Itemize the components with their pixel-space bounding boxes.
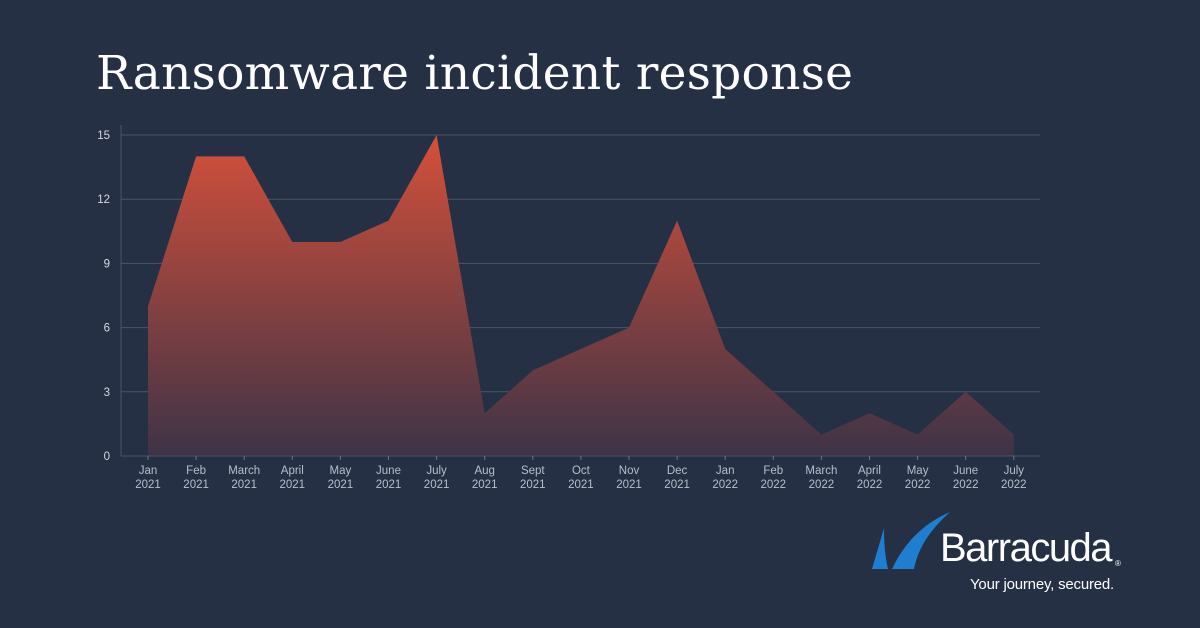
x-tick-label-year: 2022 xyxy=(905,479,931,491)
x-tick-label-month: Feb xyxy=(763,465,783,477)
x-tick-label-month: May xyxy=(907,465,929,477)
x-tick-label-month: July xyxy=(426,465,447,477)
y-tick-label: 6 xyxy=(104,323,110,335)
y-tick-label: 15 xyxy=(97,130,110,142)
x-tick-label-month: Oct xyxy=(572,465,591,477)
x-tick-label-year: 2022 xyxy=(712,479,738,491)
x-tick-label-year: 2021 xyxy=(664,479,690,491)
x-tick-label-month: March xyxy=(805,465,837,477)
x-tick-label-year: 2022 xyxy=(953,479,979,491)
x-tick-label-month: June xyxy=(376,465,401,477)
x-tick-label-year: 2021 xyxy=(472,479,498,491)
brand-name: Barracuda xyxy=(940,526,1113,570)
x-tick-label-month: Jan xyxy=(139,465,158,477)
x-tick-label-year: 2022 xyxy=(809,479,835,491)
y-axis-ticks: 0 3 6 9 12 15 xyxy=(97,130,110,463)
x-tick-label-month: April xyxy=(858,465,881,477)
x-tick-label-year: 2021 xyxy=(424,479,450,491)
area-series-incidents xyxy=(148,135,1014,456)
x-tick-label-year: 2021 xyxy=(231,479,257,491)
x-tick-label-year: 2022 xyxy=(761,479,787,491)
y-tick-label: 3 xyxy=(104,387,110,399)
x-tick-label-year: 2021 xyxy=(328,479,354,491)
x-tick-label-month: Aug xyxy=(474,465,494,477)
x-tick-label-year: 2021 xyxy=(568,479,594,491)
x-tick-label-month: Jan xyxy=(716,465,735,477)
x-tick-label-month: Nov xyxy=(619,465,640,477)
x-tick-label-year: 2021 xyxy=(520,479,546,491)
x-tick-label-year: 2021 xyxy=(616,479,642,491)
x-tick-label-month: July xyxy=(1004,465,1025,477)
x-tick-label-month: Dec xyxy=(667,465,688,477)
x-tick-label-month: June xyxy=(953,465,978,477)
x-tick-label-month: May xyxy=(330,465,352,477)
shark-fin-icon xyxy=(872,512,950,569)
registered-mark: ® xyxy=(1115,559,1121,568)
y-tick-label: 0 xyxy=(104,451,110,463)
y-tick-label: 12 xyxy=(97,194,110,206)
x-tick-label-month: March xyxy=(228,465,260,477)
x-tick-label-year: 2021 xyxy=(183,479,209,491)
x-tick-label-year: 2022 xyxy=(1001,479,1027,491)
x-tick-label-year: 2021 xyxy=(376,479,402,491)
y-tick-label: 9 xyxy=(104,258,110,270)
brand-tagline: Your journey, secured. xyxy=(970,576,1115,593)
x-tick-label-month: Feb xyxy=(186,465,206,477)
x-axis-ticks: Jan 2021 Feb 2021 March 2021 April 2021 May 2021 J… xyxy=(135,456,1027,491)
x-tick-label-month: Sept xyxy=(521,465,545,477)
x-tick-label-year: 2021 xyxy=(280,479,306,491)
x-tick-label-year: 2021 xyxy=(135,479,161,491)
x-tick-label-year: 2022 xyxy=(857,479,883,491)
x-tick-label-month: April xyxy=(281,465,304,477)
